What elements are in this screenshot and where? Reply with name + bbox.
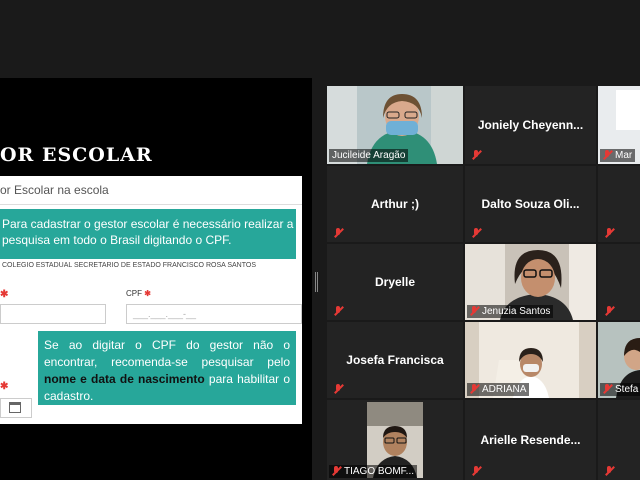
mic-muted-icon bbox=[604, 306, 614, 316]
participant-tile[interactable]: Jenuzia Santos bbox=[465, 244, 596, 320]
participant-tile[interactable]: TIAGO BOMF... bbox=[327, 400, 463, 480]
participant-tile[interactable] bbox=[598, 400, 640, 480]
mic-muted-icon bbox=[471, 150, 481, 160]
tip-box-cpf: Para cadastrar o gestor escolar é necess… bbox=[0, 209, 296, 259]
participant-tile[interactable]: Josefa Francisca bbox=[327, 322, 463, 398]
mic-muted-icon bbox=[602, 150, 612, 160]
participant-tile[interactable]: ADRIANA bbox=[465, 322, 596, 398]
mic-muted-icon bbox=[604, 466, 614, 476]
mic-muted-icon bbox=[333, 384, 343, 394]
mic-muted-icon bbox=[331, 466, 341, 476]
mic-muted-icon bbox=[471, 466, 481, 476]
calendar-icon bbox=[9, 402, 21, 413]
form-header: or Escolar na escola bbox=[0, 176, 302, 205]
school-name: COLEGIO ESTADUAL SECRETARIO DE ESTADO FR… bbox=[2, 262, 256, 269]
participant-name: Joniely Cheyenn... bbox=[477, 118, 584, 132]
participant-name: Jucileide Aragão bbox=[329, 149, 409, 162]
participant-name: Arthur ;) bbox=[371, 197, 419, 211]
panel-resize-handle[interactable] bbox=[315, 272, 318, 292]
mic-muted-icon bbox=[333, 228, 343, 238]
mic-muted-icon bbox=[602, 384, 612, 394]
participant-tile[interactable]: Mar bbox=[598, 86, 640, 164]
mic-muted-icon bbox=[604, 228, 614, 238]
date-field bbox=[0, 398, 32, 418]
required-mark: ✱ bbox=[0, 289, 9, 300]
participant-name: Stefa bbox=[600, 383, 640, 396]
participant-tile[interactable]: Stefa bbox=[598, 322, 640, 398]
tip-box-search: Se ao digitar o CPF do gestor não o enco… bbox=[38, 331, 296, 405]
participant-tile[interactable]: Joniely Cheyenn... bbox=[465, 86, 596, 164]
slide-form: or Escolar na escola Para cadastrar o ge… bbox=[0, 176, 302, 424]
participant-tile[interactable]: Dalto Souza Oli... bbox=[465, 166, 596, 242]
participant-tile[interactable]: Arielle Resende... bbox=[465, 400, 596, 480]
top-bar bbox=[0, 0, 640, 78]
cpf-field: ___.___.___-__ bbox=[126, 304, 302, 324]
participant-name: ADRIANA bbox=[467, 383, 530, 396]
mic-muted-icon bbox=[333, 306, 343, 316]
participant-tile[interactable]: Dryelle bbox=[327, 244, 463, 320]
participant-tile[interactable]: Arthur ;) bbox=[327, 166, 463, 242]
name-field bbox=[0, 304, 106, 324]
participant-name: Dryelle bbox=[374, 275, 416, 289]
slide-title: OR ESCOLAR bbox=[0, 144, 153, 166]
participant-name: Dalto Souza Oli... bbox=[481, 197, 580, 211]
participant-name: Jenuzia Santos bbox=[467, 305, 554, 318]
participant-name: TIAGO BOMF... bbox=[329, 465, 418, 478]
required-mark-date: ✱ bbox=[0, 381, 9, 392]
participant-tile[interactable]: Jucileide Aragão bbox=[327, 86, 463, 164]
participant-tile[interactable] bbox=[598, 244, 640, 320]
mic-muted-icon bbox=[471, 228, 481, 238]
cpf-label: CPF ✱ bbox=[126, 289, 151, 298]
participant-name: Josefa Francisca bbox=[346, 353, 444, 367]
participant-name: Mar bbox=[600, 149, 636, 162]
participant-name: Arielle Resende... bbox=[480, 433, 581, 447]
mic-muted-icon bbox=[469, 384, 479, 394]
participant-tile[interactable] bbox=[598, 166, 640, 242]
mic-muted-icon bbox=[469, 306, 479, 316]
